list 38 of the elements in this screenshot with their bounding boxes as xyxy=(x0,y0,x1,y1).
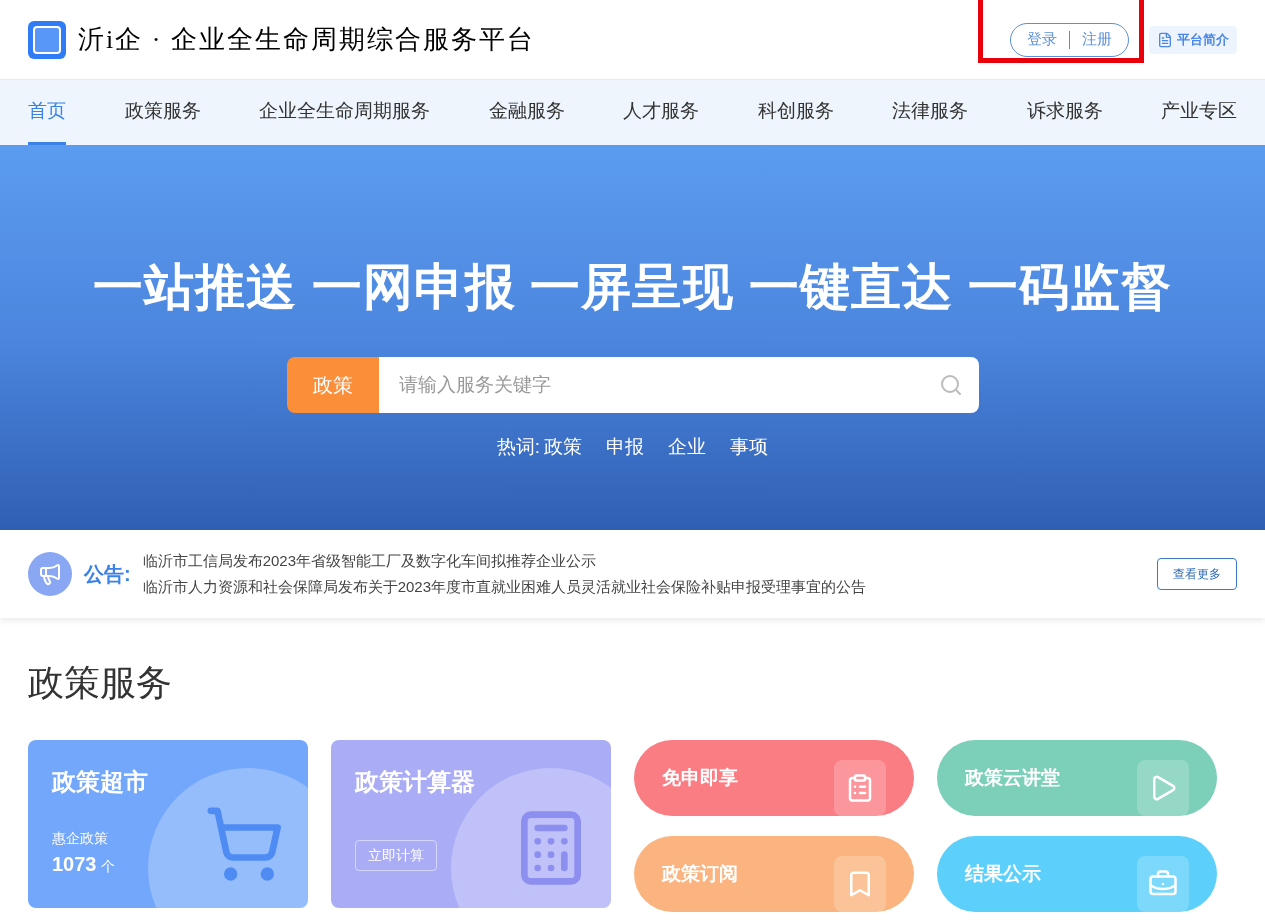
nav-tab[interactable]: 人才服务 xyxy=(623,80,699,145)
pill-title: 政策云讲堂 xyxy=(965,765,1060,790)
hot-word-link[interactable]: 政策 xyxy=(544,433,583,462)
logo-icon xyxy=(28,20,66,59)
nav-tab[interactable]: 诉求服务 xyxy=(1026,80,1103,145)
nav-tab[interactable]: 科创服务 xyxy=(757,80,834,145)
notice-label: 公告: xyxy=(84,562,131,587)
policy-count: 1073 xyxy=(52,852,97,877)
hot-word-link[interactable]: 事项 xyxy=(730,433,769,462)
search-field[interactable]: 请输入服务关键字 xyxy=(378,357,979,413)
notice-link[interactable]: 临沂市人力资源和社会保障局发布关于2023年度市直就业困难人员灵活就业社会保险补贴申报受理事宜的公告 xyxy=(142,576,867,599)
notice-link[interactable]: 临沂市工信局发布2023年省级智能工厂及数字化车间拟推荐企业公示 xyxy=(142,549,867,572)
service-pill[interactable]: 免申即享 xyxy=(634,740,914,816)
hot-word-link[interactable]: 申报 xyxy=(606,433,645,462)
pill-title: 结果公示 xyxy=(965,861,1041,886)
hot-word-link[interactable]: 企业 xyxy=(668,433,707,462)
nav-tab[interactable]: 企业全生命周期服务 xyxy=(259,80,430,145)
login-link[interactable]: 登录 xyxy=(1023,28,1061,51)
more-button[interactable]: 查看更多 xyxy=(1157,558,1237,590)
intro-button[interactable]: 平台简介 xyxy=(1149,25,1237,54)
count-unit: 个 xyxy=(100,857,115,876)
document-icon xyxy=(1157,31,1173,48)
nav-tab[interactable]: 法律服务 xyxy=(892,80,968,145)
section-title: 政策服务 xyxy=(27,661,173,705)
search-icon[interactable] xyxy=(938,373,963,397)
pill-title: 政策订阅 xyxy=(662,861,738,886)
register-link[interactable]: 注册 xyxy=(1078,28,1116,51)
nav-tab[interactable]: 产业专区 xyxy=(1161,80,1237,145)
site-title: 沂i企 · 企业全生命周期综合服务平台 xyxy=(78,24,535,56)
nav-tab[interactable]: 金融服务 xyxy=(488,80,565,145)
card-title: 政策计算器 xyxy=(355,767,476,797)
hot-words-label: 热词: xyxy=(496,435,541,459)
pill-title: 免申即享 xyxy=(662,765,738,790)
nav-tab[interactable]: 政策服务 xyxy=(124,80,201,145)
megaphone-icon xyxy=(28,552,72,596)
card-title: 政策超市 xyxy=(52,767,149,797)
card-caption: 惠企政策 xyxy=(52,829,109,848)
hero-slogan: 一站推送 一网申报 一屏呈现 一键直达 一码监督 xyxy=(92,258,1173,317)
